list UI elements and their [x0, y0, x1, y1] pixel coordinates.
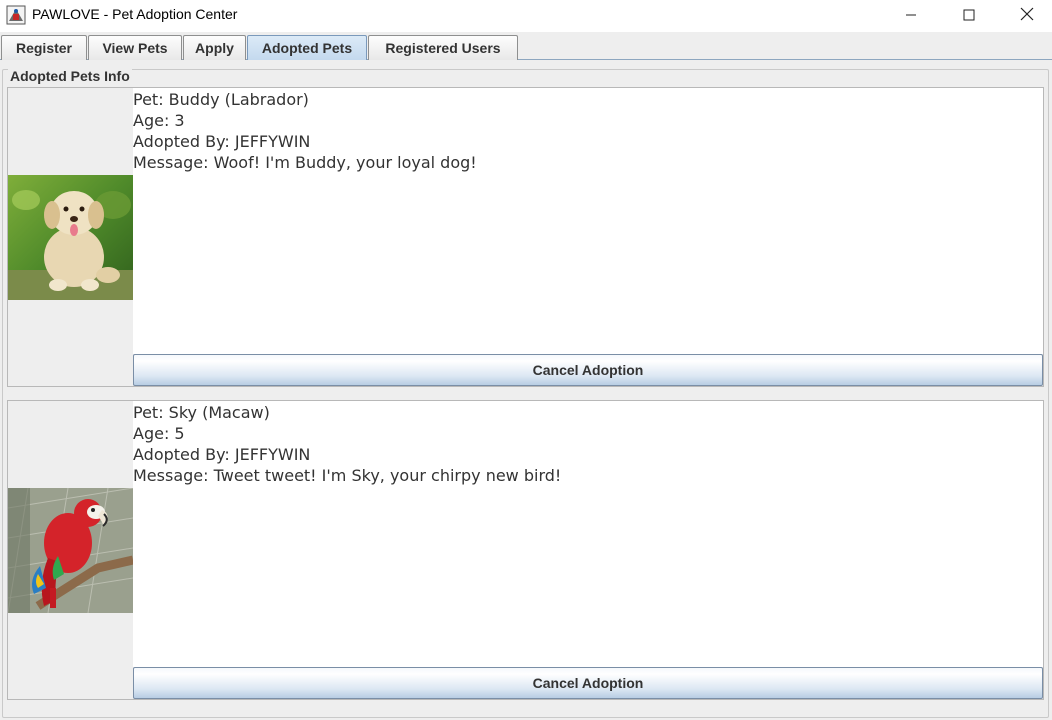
minimize-icon — [905, 6, 917, 25]
title-bar: PAWLOVE - Pet Adoption Center — [0, 0, 1052, 32]
pet-info: Pet: Buddy (Labrador) Age: 3 Adopted By:… — [133, 88, 1043, 354]
pet-age-text: Age: 3 — [133, 111, 185, 130]
window-title: PAWLOVE - Pet Adoption Center — [32, 6, 238, 22]
pet-card: Pet: Buddy (Labrador) Age: 3 Adopted By:… — [7, 87, 1044, 387]
cancel-adoption-button[interactable]: Cancel Adoption — [133, 354, 1043, 386]
maximize-button[interactable] — [940, 0, 998, 30]
pet-name-text: Pet: Buddy (Labrador) — [133, 90, 309, 109]
tab-registered-users[interactable]: Registered Users — [368, 35, 518, 60]
tab-register[interactable]: Register — [1, 35, 87, 60]
tab-apply[interactable]: Apply — [183, 35, 246, 60]
minimize-button[interactable] — [882, 0, 940, 30]
maximize-icon — [963, 6, 975, 25]
close-icon — [1020, 6, 1034, 25]
labrador-puppy-photo — [8, 175, 133, 300]
panel-title: Adopted Pets Info — [8, 68, 132, 84]
pet-message-text: Message: Woof! I'm Buddy, your loyal dog… — [133, 153, 477, 172]
tab-view-pets[interactable]: View Pets — [88, 35, 182, 60]
macaw-parrot-photo — [8, 488, 133, 613]
adopted-by-text: Adopted By: JEFFYWIN — [133, 445, 311, 464]
cancel-adoption-button[interactable]: Cancel Adoption — [133, 667, 1043, 699]
tab-bar: Register View Pets Apply Adopted Pets Re… — [0, 32, 1052, 60]
app-java-icon — [6, 5, 26, 25]
adopted-pets-panel: Adopted Pets Info Pet: Buddy (Labrador) … — [0, 60, 1052, 720]
pet-name-text: Pet: Sky (Macaw) — [133, 403, 270, 422]
close-button[interactable] — [998, 0, 1052, 30]
pet-age-text: Age: 5 — [133, 424, 185, 443]
pet-message-text: Message: Tweet tweet! I'm Sky, your chir… — [133, 466, 562, 485]
adopted-by-text: Adopted By: JEFFYWIN — [133, 132, 311, 151]
pet-card: Pet: Sky (Macaw) Age: 5 Adopted By: JEFF… — [7, 400, 1044, 700]
tab-adopted-pets[interactable]: Adopted Pets — [247, 35, 367, 60]
pet-info: Pet: Sky (Macaw) Age: 5 Adopted By: JEFF… — [133, 401, 1043, 667]
